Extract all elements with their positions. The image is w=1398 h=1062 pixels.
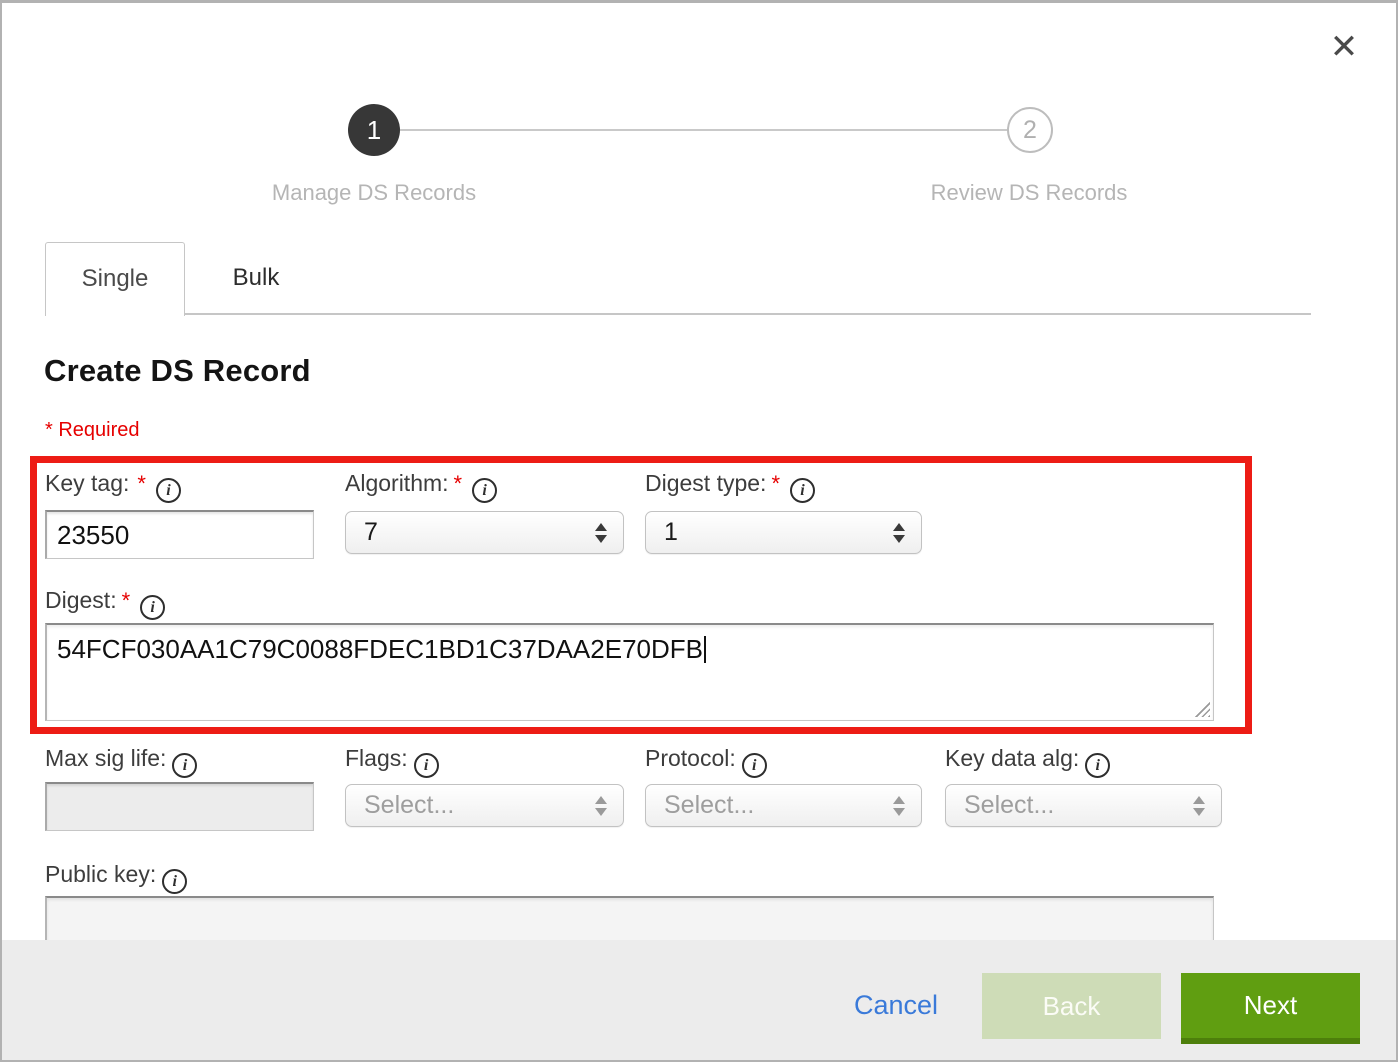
select-arrows-icon <box>1193 795 1205 817</box>
digest-type-label: Digest type:* i <box>645 470 815 503</box>
required-asterisk: * <box>454 471 463 496</box>
step-2-indicator: 2 <box>1007 107 1053 153</box>
required-asterisk: * <box>137 471 146 496</box>
algorithm-label-text: Algorithm: <box>345 470 449 496</box>
max-sig-life-input <box>45 782 314 831</box>
back-button: Back <box>982 973 1161 1039</box>
key-tag-input[interactable] <box>45 510 314 559</box>
text-caret <box>704 636 706 663</box>
max-sig-life-label: Max sig life:i <box>45 745 197 778</box>
protocol-label: Protocol:i <box>645 745 767 778</box>
algorithm-selected-value: 7 <box>364 518 378 546</box>
tab-bulk[interactable]: Bulk <box>185 242 327 314</box>
flags-placeholder: Select... <box>364 791 454 819</box>
info-icon[interactable]: i <box>140 595 165 620</box>
select-arrows-icon <box>595 795 607 817</box>
flags-label-text: Flags: <box>345 745 408 771</box>
info-icon[interactable]: i <box>790 478 815 503</box>
info-icon[interactable]: i <box>156 478 181 503</box>
select-arrows-icon <box>595 522 607 544</box>
required-note: * Required <box>45 419 140 442</box>
step-1-indicator: 1 <box>348 104 400 156</box>
required-asterisk: * <box>771 471 780 496</box>
digest-value: 54FCF030AA1C79C0088FDEC1BD1C37DAA2E70DFB <box>57 634 703 664</box>
algorithm-label: Algorithm:* i <box>345 470 497 503</box>
protocol-select[interactable]: Select... <box>645 784 922 827</box>
digest-textarea[interactable]: 54FCF030AA1C79C0088FDEC1BD1C37DAA2E70DFB <box>45 623 1214 721</box>
step-1-label: Manage DS Records <box>214 180 534 206</box>
protocol-label-text: Protocol: <box>645 745 736 771</box>
digest-type-selected-value: 1 <box>664 518 678 546</box>
digest-label: Digest:* i <box>45 587 165 620</box>
tab-single[interactable]: Single <box>45 242 185 316</box>
create-ds-record-dialog: ✕ 1 2 Manage DS Records Review DS Record… <box>0 0 1398 1062</box>
digest-type-label-text: Digest type: <box>645 470 766 496</box>
next-button[interactable]: Next <box>1181 973 1360 1044</box>
required-asterisk: * <box>122 588 131 613</box>
key-data-alg-label: Key data alg:i <box>945 745 1110 778</box>
info-icon[interactable]: i <box>1085 753 1110 778</box>
info-icon[interactable]: i <box>742 753 767 778</box>
info-icon[interactable]: i <box>172 753 197 778</box>
public-key-label-text: Public key: <box>45 861 156 887</box>
flags-select[interactable]: Select... <box>345 784 624 827</box>
info-icon[interactable]: i <box>472 478 497 503</box>
select-arrows-icon <box>893 522 905 544</box>
key-data-alg-label-text: Key data alg: <box>945 745 1079 771</box>
key-tag-label-text: Key tag: <box>45 470 129 496</box>
max-sig-life-label-text: Max sig life: <box>45 745 166 771</box>
page-title: Create DS Record <box>44 353 311 389</box>
cancel-button[interactable]: Cancel <box>854 990 938 1021</box>
select-arrows-icon <box>893 795 905 817</box>
digest-type-select[interactable]: 1 <box>645 511 922 554</box>
flags-label: Flags:i <box>345 745 439 778</box>
close-icon[interactable]: ✕ <box>1322 25 1366 69</box>
info-icon[interactable]: i <box>414 753 439 778</box>
key-data-alg-select[interactable]: Select... <box>945 784 1222 827</box>
info-icon[interactable]: i <box>162 869 187 894</box>
key-data-alg-placeholder: Select... <box>964 791 1054 819</box>
digest-label-text: Digest: <box>45 587 117 613</box>
step-2-label: Review DS Records <box>869 180 1189 206</box>
resize-handle[interactable] <box>1194 701 1210 717</box>
stepper-connector <box>400 129 1008 131</box>
public-key-label: Public key:i <box>45 861 187 894</box>
algorithm-select[interactable]: 7 <box>345 511 624 554</box>
key-tag-label: Key tag: * i <box>45 470 181 503</box>
protocol-placeholder: Select... <box>664 791 754 819</box>
